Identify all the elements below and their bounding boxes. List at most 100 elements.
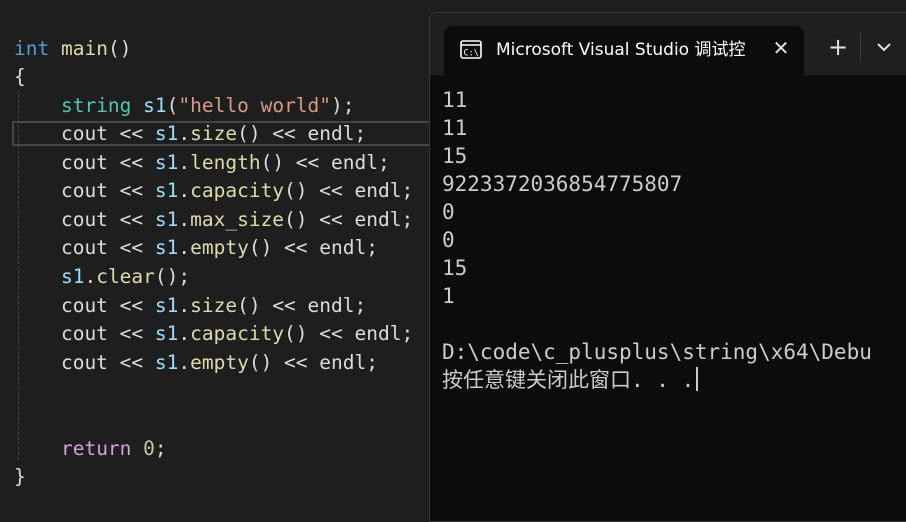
code-token: () << endl; [248, 236, 378, 259]
code-token: size [190, 294, 238, 317]
code-line[interactable]: } [14, 463, 26, 491]
terminal-tab[interactable]: C:\ Microsoft Visual Studio 调试控 ✕ [444, 26, 804, 75]
terminal-output-line: 15 [442, 144, 468, 168]
terminal-output-line: 0 [442, 200, 455, 224]
code-token: 0 [143, 437, 155, 460]
code-token: . [178, 151, 191, 174]
terminal-tab-title: Microsoft Visual Studio 调试控 [496, 40, 746, 60]
code-token: cout << [14, 236, 155, 259]
code-token: cout << [14, 151, 155, 174]
code-token: (); [154, 265, 191, 288]
code-line[interactable]: s1.clear(); [14, 263, 190, 291]
code-line[interactable]: { [14, 63, 26, 91]
code-line[interactable]: cout << s1.empty() << endl; [14, 234, 378, 262]
terminal-output-line: 11 [442, 116, 468, 140]
code-token: int [14, 37, 50, 60]
code-token: () << endl; [248, 351, 378, 374]
code-token: . [178, 351, 191, 374]
text-cursor [696, 367, 699, 391]
code-token: cout << [14, 294, 155, 317]
code-token: s1 [154, 294, 179, 317]
code-line[interactable]: cout << s1.size() << endl; [14, 120, 366, 148]
code-line[interactable]: cout << s1.max_size() << endl; [14, 206, 413, 234]
code-token: ; [154, 437, 167, 460]
terminal-output-line: 9223372036854775807 [442, 172, 683, 196]
svg-text:C:\: C:\ [464, 49, 479, 59]
terminal-output-line: 11 [442, 88, 468, 112]
code-line[interactable]: int main() [14, 35, 131, 63]
new-tab-button[interactable]: + [826, 35, 850, 59]
code-token: cout << [14, 351, 155, 374]
code-token: ( [166, 94, 179, 117]
code-token: clear [96, 265, 155, 288]
code-token: s1 [143, 94, 167, 117]
code-token: s1 [154, 122, 179, 145]
code-token: cout << [14, 208, 155, 231]
code-line[interactable]: cout << s1.empty() << endl; [14, 349, 378, 377]
code-token: . [178, 294, 191, 317]
code-token: . [178, 122, 191, 145]
code-token: . [84, 265, 97, 288]
code-token: . [178, 179, 191, 202]
code-token: () [107, 37, 132, 60]
terminal-output-line: 1 [442, 284, 455, 308]
code-token: empty [190, 351, 249, 374]
code-token: } [14, 465, 26, 488]
code-token: . [178, 208, 191, 231]
code-line[interactable]: return 0; [14, 435, 167, 463]
code-token: . [178, 322, 191, 345]
code-token: capacity [190, 179, 285, 202]
code-token: cout << [14, 322, 155, 345]
code-token: { [14, 65, 26, 88]
terminal-output-line: 按任意键关闭此窗口. . . [442, 366, 906, 394]
terminal-titlebar: C:\ Microsoft Visual Studio 调试控 ✕ + [430, 13, 906, 75]
code-token: s1 [154, 351, 179, 374]
terminal-output-line: 0 [442, 228, 455, 252]
code-token: s1 [154, 151, 179, 174]
code-token: () << endl; [237, 294, 367, 317]
debug-console-window[interactable]: C:\ Microsoft Visual Studio 调试控 ✕ + 11 11… [429, 12, 906, 522]
close-tab-button[interactable]: ✕ [770, 37, 792, 59]
code-token: . [178, 236, 191, 259]
code-token: empty [190, 236, 249, 259]
code-token: max_size [190, 208, 285, 231]
code-token: s1 [154, 322, 179, 345]
code-editor[interactable]: int main(){ string s1("hello world"); co… [0, 0, 906, 522]
code-token: () << endl; [260, 151, 390, 174]
terminal-output-line: 15 [442, 256, 468, 280]
code-token: return [60, 437, 132, 460]
code-token: () << endl; [284, 179, 414, 202]
code-token: () << endl; [284, 208, 414, 231]
terminal-output[interactable]: 11 11 15 9223372036854775807 0 0 15 1 D:\code\c_… [442, 86, 906, 394]
terminal-output-line: D:\code\c_plusplus\string\x64\Debu [442, 340, 872, 364]
code-line[interactable]: string s1("hello world"); [14, 92, 355, 120]
code-token: "hello world" [178, 94, 332, 117]
code-token: s1 [154, 179, 179, 202]
code-line[interactable]: cout << s1.length() << endl; [14, 149, 390, 177]
code-token: s1 [154, 208, 179, 231]
code-token: main [60, 37, 108, 60]
code-token: ); [331, 94, 355, 117]
code-token: s1 [60, 265, 85, 288]
code-line[interactable]: cout << s1.capacity() << endl; [14, 177, 413, 205]
code-token: capacity [190, 322, 285, 345]
code-token: size [190, 122, 238, 145]
code-line[interactable]: cout << s1.capacity() << endl; [14, 320, 413, 348]
code-token: () << endl; [237, 122, 367, 145]
code-token: cout << [14, 179, 155, 202]
console-icon: C:\ [460, 40, 482, 59]
code-token: length [190, 151, 261, 174]
titlebar-divider [860, 33, 861, 61]
chevron-down-icon[interactable] [872, 35, 896, 59]
code-token: s1 [154, 236, 179, 259]
code-line[interactable]: cout << s1.size() << endl; [14, 292, 366, 320]
code-token: () << endl; [284, 322, 414, 345]
code-token: string [60, 94, 132, 117]
